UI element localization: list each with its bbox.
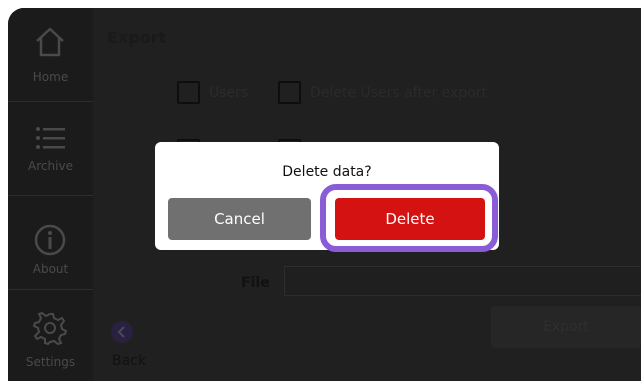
sidebar-item-label: Home xyxy=(32,70,69,84)
export-button[interactable]: Export xyxy=(491,306,641,348)
delete-users-checkbox-label: Delete Users after export xyxy=(310,85,488,101)
sidebar-item-home[interactable]: Home xyxy=(8,8,93,102)
delete-button-highlight xyxy=(320,184,498,252)
cancel-button[interactable]: Cancel xyxy=(168,198,311,240)
info-icon xyxy=(34,224,66,256)
dialog-title: Delete data? xyxy=(282,164,372,180)
file-field[interactable] xyxy=(284,266,641,296)
list-icon xyxy=(36,127,65,149)
back-label[interactable]: Back xyxy=(112,353,146,369)
sidebar-item-archive[interactable]: Archive xyxy=(8,102,93,196)
file-label: File xyxy=(241,275,270,291)
home-icon xyxy=(36,27,64,57)
sidebar-item-label: About xyxy=(32,262,69,276)
gear-icon xyxy=(32,311,68,346)
sidebar-item-label: Archive xyxy=(28,159,73,173)
sidebar: Home Archive About Settings xyxy=(8,8,93,381)
page-title: Export xyxy=(107,28,167,47)
delete-users-checkbox[interactable] xyxy=(278,81,301,104)
back-button[interactable] xyxy=(111,321,133,343)
sidebar-item-about[interactable]: About xyxy=(8,196,93,290)
users-checkbox[interactable] xyxy=(177,81,200,104)
users-checkbox-label: Users xyxy=(209,85,249,101)
sidebar-item-label: Settings xyxy=(25,355,76,369)
chevron-left-icon xyxy=(117,326,125,338)
sidebar-item-settings[interactable]: Settings xyxy=(8,290,93,381)
